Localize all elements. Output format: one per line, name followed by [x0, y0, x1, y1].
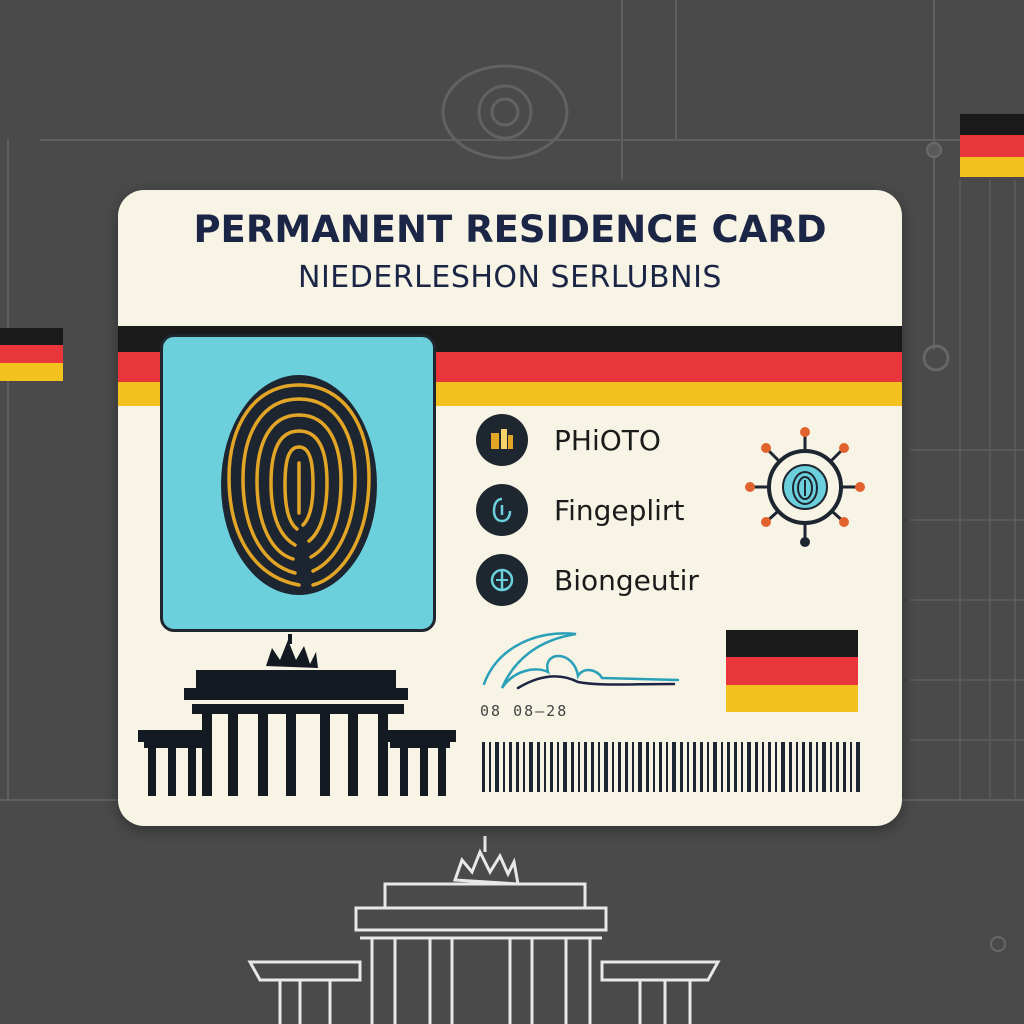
- brandenburg-gate-icon: [138, 634, 456, 796]
- barcode-bar: [571, 742, 574, 792]
- barcode-bar: [768, 742, 771, 792]
- barcode-bar: [822, 742, 826, 792]
- feature-fingerprint: Fingeplirt: [476, 482, 684, 538]
- barcode-bar: [598, 742, 600, 792]
- feature-biometric: Biongeutir: [476, 552, 699, 608]
- barcode-bar: [659, 742, 662, 792]
- barcode-bar: [638, 742, 642, 792]
- barcode-bar: [755, 742, 758, 792]
- barcode-bar: [489, 742, 491, 792]
- barcode-bar: [618, 742, 621, 792]
- barcode-bar: [836, 742, 839, 792]
- barcode-bar: [503, 742, 505, 792]
- barcode-bar: [700, 742, 703, 792]
- photo-icon: [476, 414, 528, 466]
- fingerprint-icon: [221, 375, 377, 595]
- barcode-bar: [544, 742, 546, 792]
- barcode-bar: [747, 742, 751, 792]
- barcode-bar: [591, 742, 594, 792]
- barcode-bar: [516, 742, 519, 792]
- barcode-bar: [856, 742, 860, 792]
- card-subtitle: NIEDERLESHON SERLUBNIS: [298, 260, 722, 295]
- barcode-bar: [843, 742, 846, 792]
- feature-label-fingerprint: Fingeplirt: [554, 493, 685, 527]
- barcode-bar: [734, 742, 737, 792]
- barcode-bar: [809, 742, 812, 792]
- network-fingerprint-icon: [745, 427, 865, 547]
- barcode-bar: [672, 742, 676, 792]
- barcode-bar: [653, 742, 655, 792]
- barcode-bar: [775, 742, 777, 792]
- eye-emblem-icon: [441, 64, 569, 160]
- issue-date: 08 08–28: [480, 702, 569, 720]
- biometric-icon: [476, 554, 528, 606]
- barcode-bar: [666, 742, 668, 792]
- barcode-bar: [762, 742, 764, 792]
- barcode-bar: [781, 742, 785, 792]
- barcode-bar: [612, 742, 614, 792]
- barcode-bar: [830, 742, 832, 792]
- barcode-bar: [563, 742, 567, 792]
- card-title: PERMANENT RESIDENCE CARD: [193, 208, 827, 251]
- barcode-bar: [850, 742, 852, 792]
- barcode-bar: [693, 742, 696, 792]
- barcode-bar: [789, 742, 792, 792]
- barcode-bar: [646, 742, 649, 792]
- feature-photo: PHiOTO: [476, 412, 661, 468]
- signature: [482, 632, 680, 690]
- barcode-bar: [687, 742, 689, 792]
- barcode-bar: [523, 742, 525, 792]
- barcode-bar: [721, 742, 723, 792]
- barcode: [482, 742, 860, 792]
- barcode-bar: [727, 742, 730, 792]
- barcode-bar: [584, 742, 587, 792]
- barcode-bar: [707, 742, 709, 792]
- barcode-bar: [482, 742, 485, 792]
- barcode-bar: [578, 742, 580, 792]
- barcode-bar: [741, 742, 743, 792]
- barcode-bar: [529, 742, 533, 792]
- barcode-bar: [632, 742, 634, 792]
- barcode-bar: [680, 742, 683, 792]
- barcode-bar: [537, 742, 540, 792]
- barcode-bar: [550, 742, 553, 792]
- barcode-bar: [796, 742, 798, 792]
- barcode-bar: [802, 742, 805, 792]
- barcode-bar: [604, 742, 608, 792]
- photo-area: [160, 334, 436, 632]
- barcode-bar: [713, 742, 717, 792]
- german-flag: [726, 630, 858, 712]
- residence-card: PERMANENT RESIDENCE CARD NIEDERLESHON SE…: [118, 190, 902, 826]
- barcode-bar: [625, 742, 628, 792]
- barcode-bar: [557, 742, 559, 792]
- feature-label-biometric: Biongeutir: [554, 563, 699, 597]
- fingerprint-small-icon: [476, 484, 528, 536]
- barcode-bar: [495, 742, 499, 792]
- barcode-bar: [816, 742, 818, 792]
- feature-label-photo: PHiOTO: [554, 423, 661, 457]
- brandenburg-gate-outline: [247, 836, 721, 1024]
- barcode-bar: [509, 742, 512, 792]
